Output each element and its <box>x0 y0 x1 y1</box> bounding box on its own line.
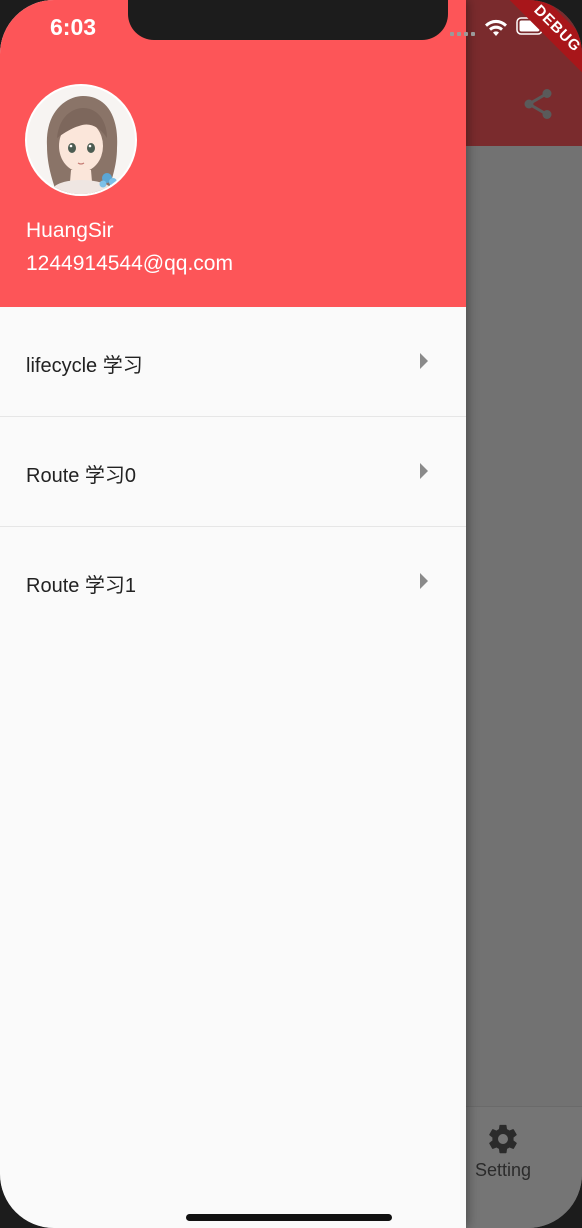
drawer-item-route-1[interactable]: Route 学习1 <box>0 527 466 637</box>
drawer-header: HuangSir 1244914544@qq.com <box>0 0 466 307</box>
home-indicator[interactable] <box>186 1214 392 1221</box>
drawer-item-route-0[interactable]: Route 学习0 <box>0 417 466 527</box>
device-notch <box>128 0 448 40</box>
bottom-tab-setting[interactable]: Setting <box>462 1118 544 1188</box>
drawer-item-label: lifecycle 学习 <box>26 355 143 377</box>
drawer-item-lifecycle[interactable]: lifecycle 学习 <box>0 307 466 417</box>
gear-icon <box>489 1124 517 1154</box>
drawer-item-label: Route 学习1 <box>26 575 137 597</box>
arrow-right-icon <box>420 353 428 369</box>
wifi-icon <box>485 19 507 36</box>
bottom-tab-label: Setting <box>474 1160 532 1180</box>
avatar[interactable] <box>25 84 137 196</box>
arrow-right-icon <box>420 573 428 589</box>
avatar-portrait-icon <box>27 86 135 194</box>
cellular-signal-icon <box>450 32 478 36</box>
phone-screen: Setting DEBUG HuangSir 1244914544@qq.com… <box>0 0 582 1228</box>
arrow-right-icon <box>420 463 428 479</box>
share-icon[interactable] <box>520 86 556 122</box>
account-email: 1244914544@qq.com <box>26 252 233 275</box>
navigation-drawer: HuangSir 1244914544@qq.com lifecycle 学习 … <box>0 0 466 1228</box>
drawer-item-label: Route 学习0 <box>26 465 137 487</box>
account-name: HuangSir <box>26 219 114 242</box>
status-time: 6:03 <box>50 14 97 40</box>
